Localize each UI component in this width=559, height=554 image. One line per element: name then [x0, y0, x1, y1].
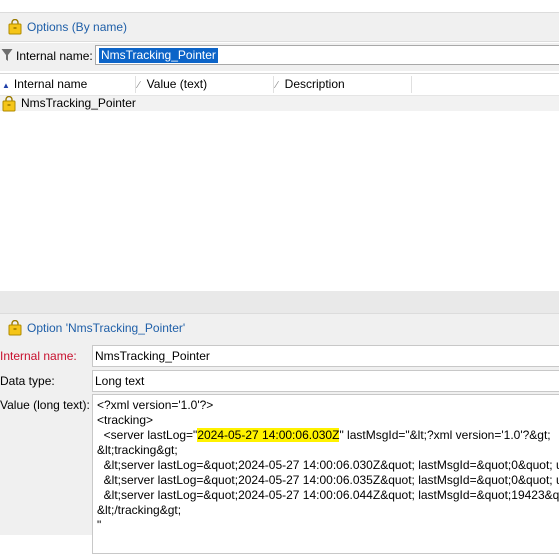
options-bag-icon: [8, 19, 22, 35]
xml-line: <tracking>: [97, 413, 154, 427]
xml-line: ": [97, 518, 102, 532]
xml-line: <?xml version='1.0'?>: [97, 398, 214, 412]
filter-selected-text: NmsTracking_Pointer: [99, 48, 218, 63]
list-item[interactable]: NmsTracking_Pointer: [0, 96, 559, 112]
option-bag-icon: [2, 96, 16, 112]
options-panel-title: Options (By name): [27, 20, 128, 34]
value-long-text-label: Value (long text):: [0, 398, 90, 412]
column-divider[interactable]: [411, 76, 412, 93]
filter-internal-name-input[interactable]: NmsTracking_Pointer: [95, 45, 559, 65]
internal-name-field[interactable]: NmsTracking_Pointer: [92, 345, 559, 367]
xml-line: &lt;server lastLog=&quot;2024-05-27 14:0…: [97, 488, 559, 502]
sort-ascending-icon: ▲: [2, 81, 10, 90]
column-sort-icon: ∕: [138, 80, 140, 91]
option-detail-header: Option 'NmsTracking_Pointer': [0, 313, 559, 343]
data-type-label: Data type:: [0, 374, 55, 388]
list-item-name: NmsTracking_Pointer: [21, 96, 136, 110]
column-sort-icon: ∕: [276, 80, 278, 91]
column-divider[interactable]: [135, 76, 136, 93]
internal-name-label: Internal name:: [0, 349, 77, 363]
column-description[interactable]: ∕ Description: [276, 74, 345, 95]
option-form: Internal name: NmsTracking_Pointer Data …: [0, 342, 559, 554]
panel-splitter[interactable]: [0, 291, 559, 313]
top-strip: [0, 0, 559, 12]
highlighted-timestamp: 2024-05-27 14:00:06.030Z: [197, 428, 340, 442]
xml-line: &lt;server lastLog=&quot;2024-05-27 14:0…: [97, 458, 559, 472]
xml-line: &lt;server lastLog=&quot;2024-05-27 14:0…: [97, 473, 559, 487]
column-divider[interactable]: [273, 76, 274, 93]
filter-label: Internal name:: [16, 49, 93, 63]
list-column-header: ▲ Internal name ∕ Value (text) ∕ Descriptio…: [0, 74, 559, 96]
column-internal-name[interactable]: ▲ Internal name: [2, 74, 87, 95]
option-detail-title: Option 'NmsTracking_Pointer': [27, 321, 186, 335]
value-long-text-editor[interactable]: <?xml version='1.0'?> <tracking> <server…: [92, 394, 559, 554]
xml-line: &lt;/tracking&gt;: [97, 503, 182, 517]
filter-funnel-icon[interactable]: [1, 48, 13, 62]
options-panel-header: Options (By name): [0, 12, 559, 42]
column-value-text[interactable]: ∕ Value (text): [138, 74, 207, 95]
data-type-field[interactable]: Long text: [92, 370, 559, 392]
options-list: ▲ Internal name ∕ Value (text) ∕ Descriptio…: [0, 73, 559, 292]
filter-row: Internal name: NmsTracking_Pointer: [0, 43, 559, 71]
xml-line: &lt;tracking&gt;: [97, 443, 178, 457]
xml-line: <server lastLog="2024-05-27 14:00:06.030…: [97, 428, 551, 442]
option-detail-bag-icon: [8, 320, 22, 336]
